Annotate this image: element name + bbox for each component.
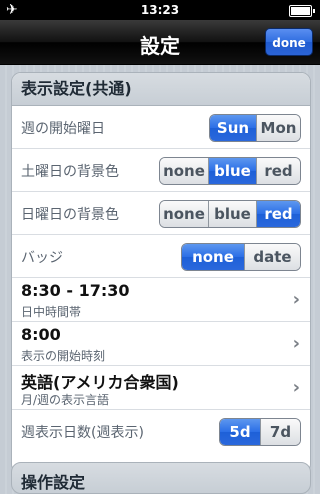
- saturday-bg-row: 土曜日の背景色 none blue red: [12, 149, 310, 192]
- start-time-value: 8:00: [21, 325, 61, 344]
- sunday-bg-row: 日曜日の背景色 none blue red: [12, 192, 310, 235]
- week-start-row: 週の開始曜日 Sun Mon: [12, 106, 310, 149]
- week-days-label: 週表示日数(週表示): [21, 425, 144, 441]
- status-time: 13:23: [140, 3, 180, 17]
- sunday-bg-blue-option[interactable]: blue: [208, 201, 256, 227]
- daytime-label: 日中時間帯: [21, 305, 82, 319]
- week-days-5d-option[interactable]: 5d: [220, 419, 260, 445]
- chevron-right-icon: ›: [292, 377, 300, 398]
- navigation-bar: 設定 done: [0, 20, 320, 65]
- sunday-bg-label: 日曜日の背景色: [21, 207, 119, 223]
- start-time-label: 表示の開始時刻: [21, 349, 106, 363]
- daytime-row[interactable]: 8:30 - 17:30 日中時間帯 ›: [12, 278, 310, 322]
- language-row[interactable]: 英語(アメリカ合衆国) 月/週の表示言語 ›: [12, 366, 310, 410]
- badge-none-option[interactable]: none: [182, 244, 244, 270]
- section-header: 操作設定: [21, 473, 86, 492]
- badge-segmented-control: none date: [181, 243, 301, 271]
- saturday-bg-none-option[interactable]: none: [160, 158, 208, 184]
- daytime-value: 8:30 - 17:30: [21, 281, 130, 300]
- week-days-7d-option[interactable]: 7d: [260, 419, 300, 445]
- week-start-sun-option[interactable]: Sun: [210, 115, 256, 141]
- saturday-bg-blue-option[interactable]: blue: [208, 158, 256, 184]
- chevron-right-icon: ›: [292, 289, 300, 310]
- done-button[interactable]: done: [265, 28, 313, 56]
- operation-settings-group: 操作設定: [11, 462, 311, 494]
- status-bar: ✈ 13:23: [0, 0, 320, 20]
- sunday-bg-none-option[interactable]: none: [160, 201, 208, 227]
- saturday-bg-segmented-control: none blue red: [159, 157, 301, 185]
- sunday-bg-red-option[interactable]: red: [256, 201, 300, 227]
- badge-date-option[interactable]: date: [244, 244, 300, 270]
- saturday-bg-red-option[interactable]: red: [256, 158, 300, 184]
- sunday-bg-segmented-control: none blue red: [159, 200, 301, 228]
- battery-icon: [289, 5, 315, 17]
- week-start-mon-option[interactable]: Mon: [256, 115, 300, 141]
- week-start-segmented-control: Sun Mon: [209, 114, 301, 142]
- week-days-row: 週表示日数(週表示) 5d 7d: [12, 410, 310, 453]
- start-time-row[interactable]: 8:00 表示の開始時刻 ›: [12, 322, 310, 366]
- week-start-label: 週の開始曜日: [21, 121, 105, 137]
- week-days-segmented-control: 5d 7d: [219, 418, 301, 446]
- saturday-bg-label: 土曜日の背景色: [21, 164, 119, 180]
- section-header: 表示設定(共通): [12, 73, 310, 106]
- chevron-right-icon: ›: [292, 333, 300, 354]
- display-settings-group: 表示設定(共通) 週の開始曜日 Sun Mon 土曜日の背景色 none blu…: [11, 72, 311, 474]
- language-value: 英語(アメリカ合衆国): [21, 373, 179, 392]
- language-label: 月/週の表示言語: [21, 393, 110, 407]
- badge-row: バッジ none date: [12, 235, 310, 278]
- badge-label: バッジ: [21, 250, 63, 266]
